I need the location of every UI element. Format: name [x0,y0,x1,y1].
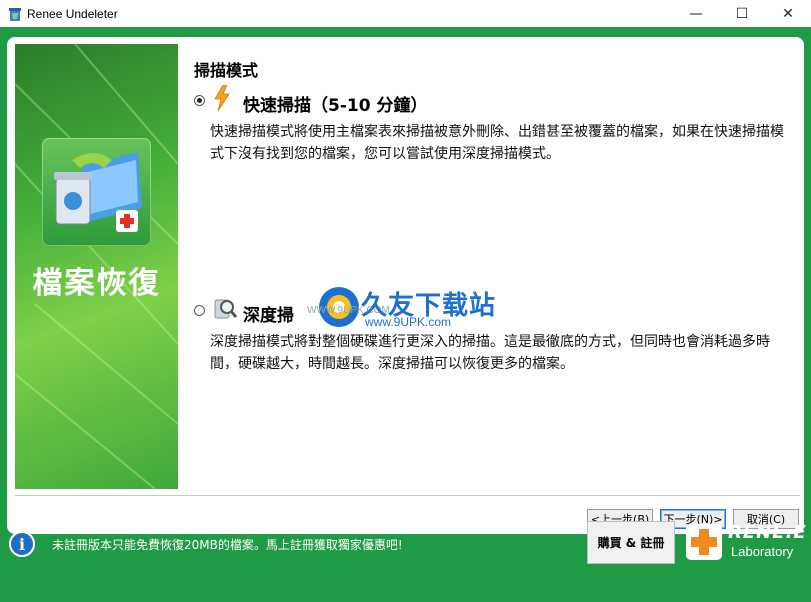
logo-cross-icon [686,524,722,560]
section-title: 掃描模式 [194,61,259,80]
maximize-button[interactable]: ☐ [719,0,765,27]
buy-register-button[interactable]: 購買 & 註冊 [587,521,675,564]
watermark: WWW.9UPK.COM 久友下载站 www.9UPK.com [305,285,505,331]
minimize-button[interactable]: — [673,0,719,27]
close-button[interactable]: ✕ [765,0,811,27]
quick-scan-radio[interactable] [194,95,205,106]
app-frame: 檔案恢復 掃描模式 快速掃描（5-10 分鐘） 快速掃描模式將使用主檔案表來掃描… [0,27,811,602]
magnifier-icon [213,296,238,324]
logo-name: RENE.E [728,522,807,543]
lightning-icon [213,84,231,115]
banner-title: 檔案恢復 [32,266,161,301]
watermark-url: www.9UPK.com [365,315,452,329]
unregistered-notice: 未註冊版本只能免費恢復20MB的檔案。馬上註冊獲取獨家優惠吧! [52,538,403,552]
deep-scan-description: 深度掃描模式將對整個硬碟進行更深入的掃描。這是最徹底的方式，但同時也會消耗過多時… [210,334,770,372]
quick-scan-description: 快速掃描模式將使用主檔案表來掃描被意外刪除、出錯甚至被覆蓋的檔案，如果在快速掃描… [210,124,784,162]
side-banner: 檔案恢復 [15,44,178,489]
recycle-bin-folder-icon [42,138,151,246]
quick-scan-label[interactable]: 快速掃描（5-10 分鐘） [243,91,427,116]
divider [15,495,800,496]
wizard-panel: 檔案恢復 掃描模式 快速掃描（5-10 分鐘） 快速掃描模式將使用主檔案表來掃描… [7,37,804,534]
info-icon: i [9,531,35,557]
window-title: Renee Undeleter [27,6,118,21]
title-bar: Renee Undeleter — ☐ ✕ [0,0,811,27]
renee-logo: RENE.E Laboratory [684,520,807,566]
recycle-app-icon [9,7,21,21]
logo-sub: Laboratory [731,544,794,559]
deep-scan-label[interactable]: 深度掃 [243,301,294,326]
deep-scan-radio[interactable] [194,305,205,316]
